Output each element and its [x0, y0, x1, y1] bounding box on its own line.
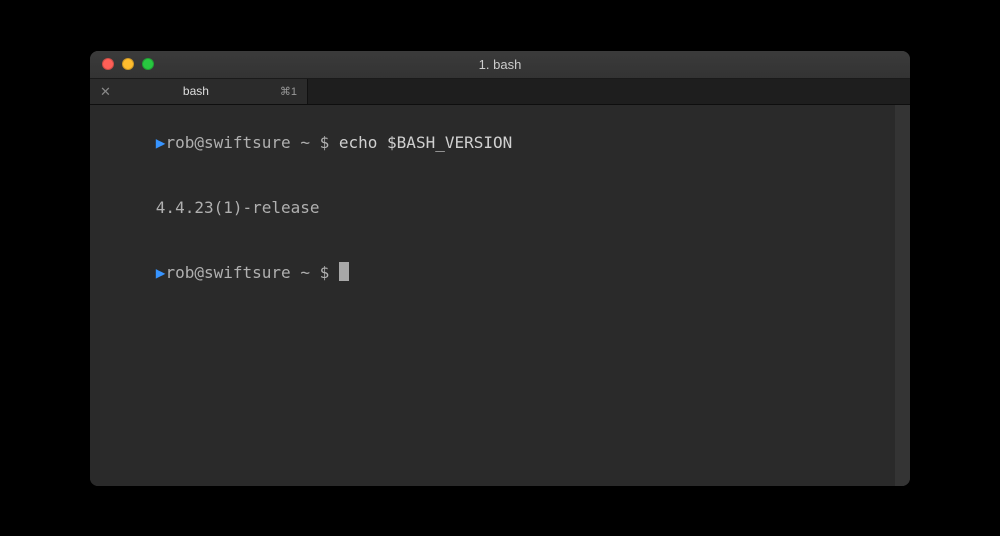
close-tab-icon[interactable]: ✕ [100, 85, 112, 98]
titlebar[interactable]: 1. bash [90, 51, 910, 79]
traffic-lights [90, 58, 154, 70]
prompt-dollar: $ [320, 133, 330, 152]
tab-bash[interactable]: ✕ bash ⌘1 [90, 79, 308, 104]
cursor-block [339, 262, 349, 281]
terminal-line: 4.4.23(1)-release [98, 175, 902, 240]
tab-label: bash [122, 84, 270, 98]
window-title: 1. bash [90, 57, 910, 72]
prompt-dollar: $ [320, 263, 330, 282]
terminal-window: 1. bash ✕ bash ⌘1 ▶rob@swiftsure ~ $ ech… [90, 51, 910, 486]
prompt-indicator-icon: ▶ [156, 133, 166, 152]
terminal-line: ▶rob@swiftsure ~ $ [98, 240, 902, 305]
command-text: echo $BASH_VERSION [339, 133, 512, 152]
tab-shortcut: ⌘1 [280, 85, 297, 98]
terminal-body[interactable]: ▶rob@swiftsure ~ $ echo $BASH_VERSION 4.… [90, 105, 910, 486]
scrollbar[interactable] [895, 105, 910, 486]
prompt-path: ~ [300, 133, 310, 152]
close-icon[interactable] [102, 58, 114, 70]
prompt-path: ~ [300, 263, 310, 282]
terminal-line: ▶rob@swiftsure ~ $ echo $BASH_VERSION [98, 111, 902, 176]
prompt-user-host: rob@swiftsure [165, 133, 290, 152]
output-text: 4.4.23(1)-release [156, 198, 320, 217]
minimize-icon[interactable] [122, 58, 134, 70]
prompt-user-host: rob@swiftsure [165, 263, 290, 282]
prompt-indicator-icon: ▶ [156, 263, 166, 282]
tab-bar: ✕ bash ⌘1 [90, 79, 910, 105]
maximize-icon[interactable] [142, 58, 154, 70]
